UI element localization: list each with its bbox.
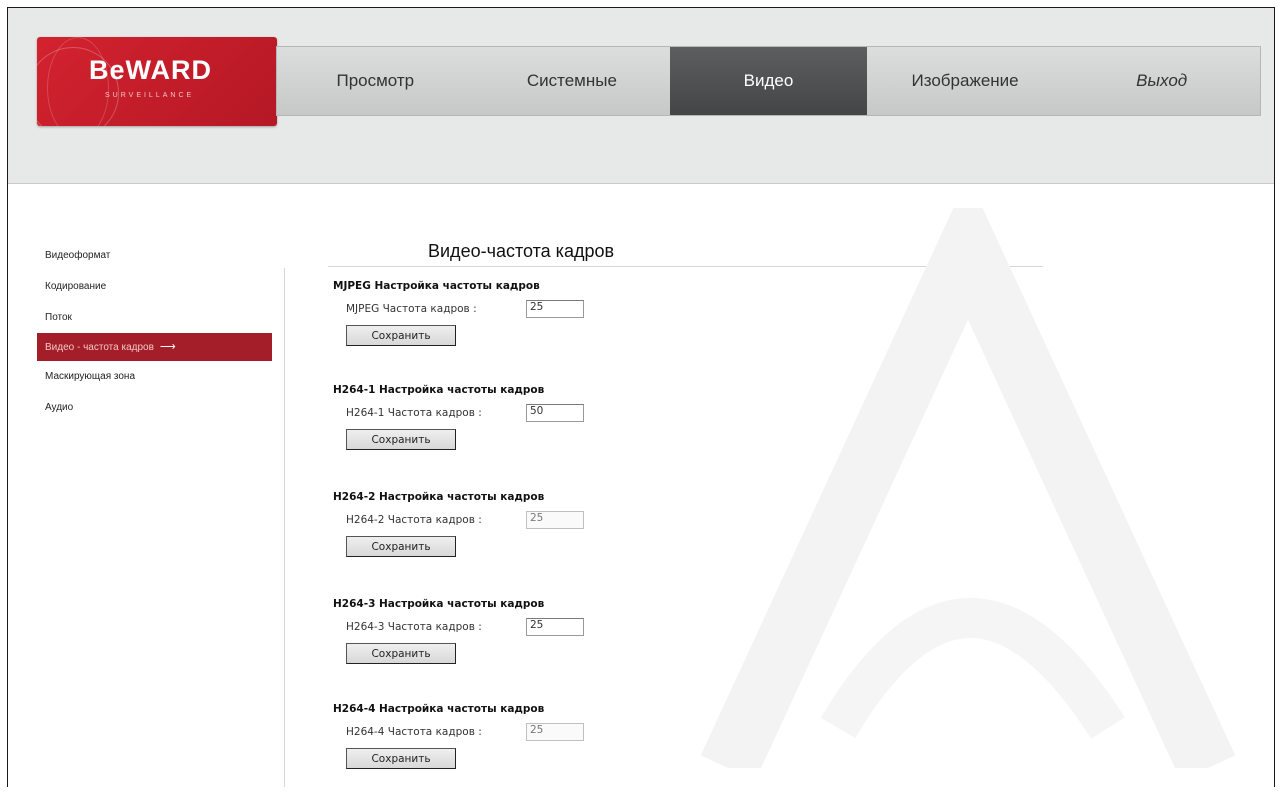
page-title: Видео-частота кадров [428,241,615,261]
logo-subtext: SURVEILLANCE [105,92,195,99]
sidebar-item-framerate[interactable]: Видео - частота кадров ⟶ [37,333,272,361]
field-row: H264-2 Частота кадров : 25 [333,509,833,531]
sidebar-item-video-format[interactable]: Видеоформат [8,240,288,271]
field-row: H264-1 Частота кадров : 50 [333,402,833,424]
section-h264-4: H264-4 Настройка частоты кадров H264-4 Ч… [333,701,833,769]
sidebar-item-mask-zone[interactable]: Маскирующая зона [8,361,288,392]
section-title: H264-2 Настройка частоты кадров [333,491,545,503]
browser-frame: BeWARD SURVEILLANCE Просмотр Системные В… [7,7,1275,787]
logo-text: BeWARD [89,55,213,85]
sidebar-item-stream[interactable]: Поток [8,302,288,333]
field-label: H264-3 Частота кадров : [346,621,482,633]
main-nav: Просмотр Системные Видео Изображение Вых… [276,46,1261,116]
mjpeg-save-button[interactable]: Сохранить [346,325,456,346]
sidebar-item-label: Видео - частота кадров [45,342,154,353]
h264-1-framerate-input[interactable]: 50 [526,404,584,422]
nav-item-system[interactable]: Системные [474,47,671,115]
h264-2-save-button[interactable]: Сохранить [346,536,456,557]
h264-2-framerate-input[interactable]: 25 [526,511,584,529]
sidebar: Видеоформат Кодирование Поток Видео - ча… [8,240,288,423]
section-title: H264-3 Настройка частоты кадров [333,598,545,610]
section-title: MJPEG Настройка частоты кадров [333,280,540,292]
nav-item-image[interactable]: Изображение [867,47,1064,115]
field-row: H264-4 Частота кадров : 25 [333,721,833,743]
field-label: H264-2 Частота кадров : [346,514,482,526]
section-title: H264-1 Настройка частоты кадров [333,384,545,396]
section-title: H264-4 Настройка частоты кадров [333,703,545,715]
field-label: H264-4 Частота кадров : [346,726,482,738]
title-divider [328,266,1043,267]
h264-1-save-button[interactable]: Сохранить [346,429,456,450]
field-row: MJPEG Частота кадров : 25 [333,298,833,320]
section-h264-2: H264-2 Настройка частоты кадров H264-2 Ч… [333,489,833,557]
section-h264-3: H264-3 Настройка частоты кадров H264-3 Ч… [333,596,833,664]
nav-item-logout[interactable]: Выход [1063,47,1260,115]
beward-logo[interactable]: BeWARD SURVEILLANCE [37,37,277,126]
mjpeg-framerate-input[interactable]: 25 [526,300,584,318]
nav-item-view[interactable]: Просмотр [277,47,474,115]
field-label: MJPEG Частота кадров : [346,303,477,315]
sidebar-item-audio[interactable]: Аудио [8,392,288,423]
field-label: H264-1 Частота кадров : [346,407,482,419]
nav-item-video[interactable]: Видео [670,47,867,115]
field-row: H264-3 Частота кадров : 25 [333,616,833,638]
header: BeWARD SURVEILLANCE Просмотр Системные В… [8,8,1274,184]
h264-4-framerate-input[interactable]: 25 [526,723,584,741]
h264-4-save-button[interactable]: Сохранить [346,748,456,769]
arrow-right-icon: ⟶ [159,341,176,353]
section-mjpeg: MJPEG Настройка частоты кадров MJPEG Час… [333,278,833,346]
h264-3-save-button[interactable]: Сохранить [346,643,456,664]
sidebar-item-encoding[interactable]: Кодирование [8,271,288,302]
h264-3-framerate-input[interactable]: 25 [526,618,584,636]
sidebar-divider [284,268,285,787]
section-h264-1: H264-1 Настройка частоты кадров H264-1 Ч… [333,382,833,450]
